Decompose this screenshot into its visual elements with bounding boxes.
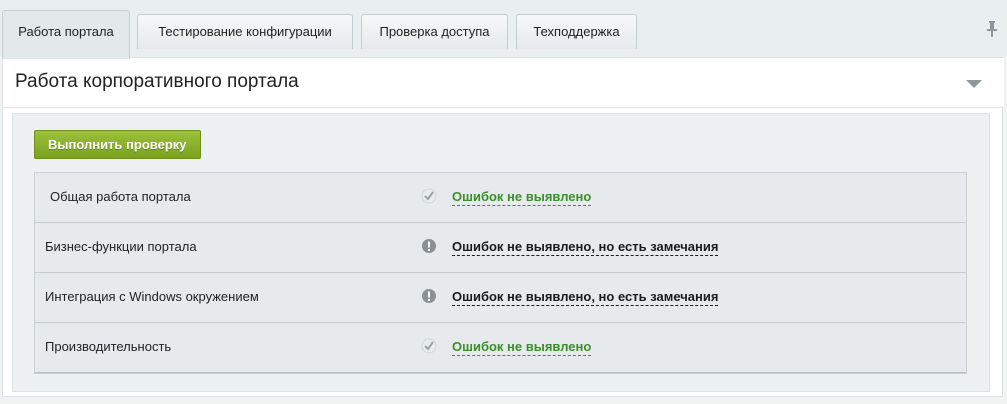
tab-portal-work[interactable]: Работа портала <box>2 10 130 59</box>
portal-section: Работа корпоративного портала Выполнить … <box>2 57 1004 397</box>
check-icon <box>421 188 437 204</box>
status-link[interactable]: Ошибок не выявлено, но есть замечания <box>452 289 719 306</box>
status-link[interactable]: Ошибок не выявлено <box>452 189 592 206</box>
pin-icon[interactable] <box>985 20 999 38</box>
chevron-down-icon[interactable] <box>966 80 982 88</box>
tab-access-check[interactable]: Проверка доступа <box>361 14 508 49</box>
run-check-button[interactable]: Выполнить проверку <box>34 130 201 159</box>
tab-bar: Работа портала Тестирование конфигурации… <box>0 0 1007 59</box>
result-row-business: Бизнес-функции портала Ошибок не выявлен… <box>35 223 966 273</box>
main-panel: Работа корпоративного портала Выполнить … <box>0 57 1007 404</box>
result-label: Производительность <box>45 339 172 354</box>
status-link[interactable]: Ошибок не выявлено <box>452 339 592 356</box>
section-body: Выполнить проверку Общая работа портала … <box>12 113 990 392</box>
section-header: Работа корпоративного портала <box>3 58 1004 108</box>
result-row-performance: Производительность Ошибок не выявлено <box>35 323 966 373</box>
warning-icon <box>422 289 436 303</box>
tab-configuration-testing[interactable]: Тестирование конфигурации <box>137 14 353 49</box>
result-label: Общая работа портала <box>50 189 191 204</box>
check-icon <box>421 338 437 354</box>
results-table: Общая работа портала Ошибок не выявлено … <box>34 172 967 374</box>
section-title: Работа корпоративного портала <box>15 71 299 92</box>
status-link[interactable]: Ошибок не выявлено, но есть замечания <box>452 239 719 256</box>
result-row-windows: Интеграция с Windows окружением Ошибок н… <box>35 273 966 323</box>
warning-icon <box>422 239 436 253</box>
tab-support[interactable]: Техподдержка <box>516 14 637 49</box>
result-row-general: Общая работа портала Ошибок не выявлено <box>35 173 966 223</box>
result-label: Бизнес-функции портала <box>45 239 197 254</box>
result-label: Интеграция с Windows окружением <box>45 289 259 304</box>
